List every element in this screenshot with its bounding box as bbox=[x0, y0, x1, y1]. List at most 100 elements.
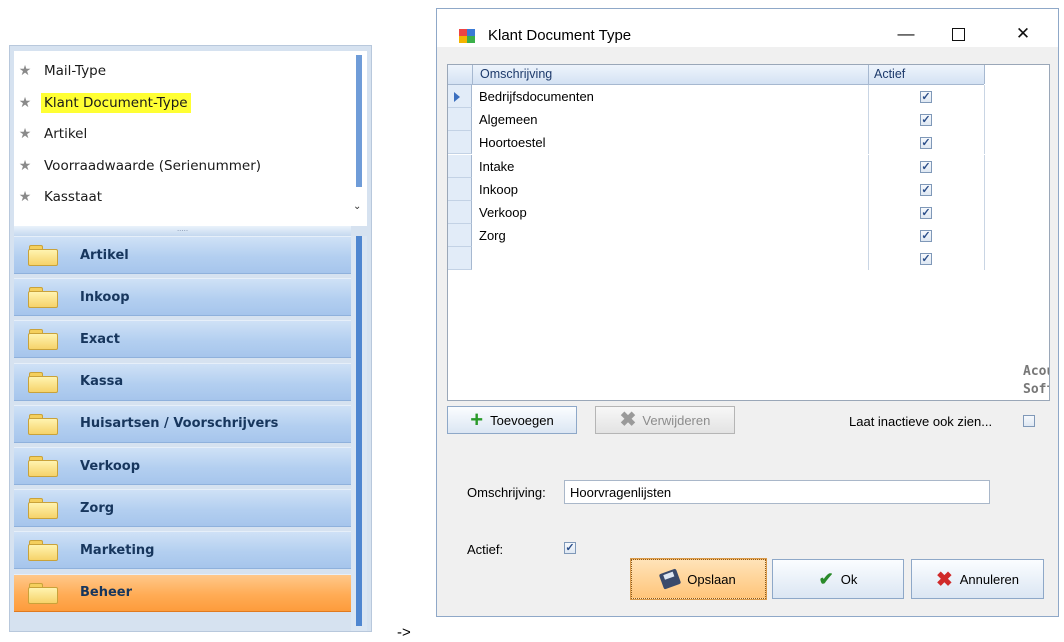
tree-item[interactable]: ★ Mail-Type bbox=[16, 60, 106, 82]
tree-scrollbar[interactable]: ⌄ bbox=[351, 51, 367, 226]
omschrijving-cell[interactable]: Intake bbox=[479, 159, 514, 174]
actief-cell-checkbox[interactable]: ✓ bbox=[920, 114, 932, 127]
show-inactive-checkbox[interactable] bbox=[1023, 415, 1035, 427]
ok-button[interactable]: ✔ Ok bbox=[772, 559, 904, 599]
table-row[interactable]: Algemeen ✓ bbox=[448, 108, 985, 132]
tree-scrollbar-thumb[interactable] bbox=[356, 55, 362, 187]
table-row[interactable]: Bedrijfsdocumenten ✓ bbox=[448, 85, 985, 108]
chevron-down-icon[interactable]: ⌄ bbox=[353, 201, 361, 212]
row-header[interactable] bbox=[448, 247, 472, 271]
cancel-x-icon: ✖ bbox=[935, 568, 953, 591]
watermark-line: Soft bbox=[1023, 382, 1049, 397]
grid-header: Omschrijving Actief bbox=[448, 65, 985, 85]
nav-group-label: Beheer bbox=[80, 585, 133, 601]
actief-cell-checkbox[interactable]: ✓ bbox=[920, 207, 932, 219]
nav-group[interactable]: Kassa bbox=[14, 362, 351, 401]
star-icon: ★ bbox=[18, 94, 32, 111]
folder-icon bbox=[28, 540, 58, 562]
omschrijving-cell[interactable]: Hoortoestel bbox=[479, 135, 545, 150]
row-header[interactable] bbox=[448, 201, 472, 224]
actief-cell-checkbox[interactable]: ✓ bbox=[920, 160, 932, 173]
nav-group-label: Exact bbox=[80, 331, 120, 347]
omschrijving-input[interactable] bbox=[564, 480, 990, 504]
plus-icon: + bbox=[470, 407, 484, 432]
maximize-button[interactable] bbox=[935, 21, 981, 47]
omschrijving-cell[interactable]: Bedrijfsdocumenten bbox=[479, 89, 594, 104]
table-row[interactable]: Intake ✓ bbox=[448, 154, 985, 178]
ok-button-label: Ok bbox=[840, 571, 858, 587]
omschrijving-cell[interactable]: Zorg bbox=[479, 228, 506, 243]
cancel-button[interactable]: ✖ Annuleren bbox=[911, 559, 1044, 599]
dialog-title: Klant Document Type bbox=[488, 27, 632, 44]
nav-group[interactable]: Artikel bbox=[14, 236, 351, 274]
nav-group[interactable]: Inkoop bbox=[14, 278, 351, 317]
omschrijving-cell[interactable]: Inkoop bbox=[479, 182, 518, 197]
tree-item[interactable]: ★ Artikel bbox=[16, 123, 88, 145]
tree-list: ★ Mail-Type ★ Klant Document-Type ★ Artikel ★ V… bbox=[14, 51, 351, 226]
table-row[interactable]: Hoortoestel ✓ bbox=[448, 131, 985, 155]
panel-scrollbar[interactable] bbox=[351, 236, 367, 631]
table-row[interactable]: Verkoop ✓ bbox=[448, 201, 985, 224]
nav-group[interactable]: Verkoop bbox=[14, 447, 351, 485]
folder-icon bbox=[28, 498, 58, 520]
row-header[interactable] bbox=[448, 177, 472, 201]
actief-cell-checkbox[interactable]: ✓ bbox=[920, 253, 932, 266]
nav-group-label: Marketing bbox=[80, 542, 155, 558]
table-row[interactable]: Zorg ✓ bbox=[448, 224, 985, 248]
actief-cell-checkbox[interactable]: ✓ bbox=[920, 137, 932, 150]
data-grid[interactable]: Omschrijving Actief Bedrijfsdocumenten ✓ A… bbox=[447, 64, 1050, 401]
actief-cell-checkbox[interactable]: ✓ bbox=[920, 183, 932, 196]
nav-group-label: Artikel bbox=[80, 247, 129, 263]
table-row[interactable]: ✓ bbox=[448, 247, 985, 271]
delete-button[interactable]: ✖ Verwijderen bbox=[595, 406, 735, 434]
tree-item-label: Kasstaat bbox=[44, 189, 103, 205]
nav-group[interactable]: Zorg bbox=[14, 489, 351, 528]
column-header-actief[interactable]: Actief bbox=[874, 67, 905, 81]
row-header[interactable] bbox=[448, 108, 472, 132]
tree-item[interactable]: ★ Klant Document-Type bbox=[16, 92, 191, 114]
add-button[interactable]: + Toevoegen bbox=[447, 406, 577, 434]
tree-item-label: Voorraadwaarde (Serienummer) bbox=[44, 157, 262, 174]
actief-cell-checkbox[interactable]: ✓ bbox=[920, 230, 932, 243]
save-button[interactable]: Opslaan bbox=[630, 558, 767, 600]
actief-cell-checkbox[interactable]: ✓ bbox=[920, 91, 932, 103]
folder-icon bbox=[28, 582, 58, 604]
star-icon: ★ bbox=[18, 63, 32, 79]
nav-group-label: Kassa bbox=[80, 374, 124, 390]
tree-item-label: Artikel bbox=[44, 126, 88, 142]
actief-label: Actief: bbox=[467, 542, 504, 557]
nav-group-label: Inkoop bbox=[80, 289, 130, 305]
row-header[interactable] bbox=[448, 85, 472, 108]
nav-group[interactable]: Beheer bbox=[14, 573, 351, 612]
tree-item[interactable]: ★ Kasstaat bbox=[16, 186, 102, 208]
panel-scrollbar-thumb[interactable] bbox=[356, 236, 362, 626]
nav-group[interactable]: Exact bbox=[14, 320, 351, 359]
grid-corner bbox=[448, 65, 473, 84]
cancel-button-label: Annuleren bbox=[959, 571, 1020, 587]
tree-item[interactable]: ★ Voorraadwaarde (Serienummer) bbox=[16, 155, 261, 177]
title-bar[interactable]: Klant Document Type — ✕ bbox=[437, 9, 1058, 47]
star-icon: ★ bbox=[18, 189, 32, 205]
nav-group[interactable]: Huisartsen / Voorschrijvers bbox=[14, 404, 351, 443]
omschrijving-cell[interactable]: Algemeen bbox=[479, 112, 538, 127]
folder-icon bbox=[28, 329, 58, 351]
minimize-button[interactable]: — bbox=[883, 21, 929, 47]
nav-group[interactable]: Marketing bbox=[14, 531, 351, 570]
nav-group-label: Zorg bbox=[80, 500, 115, 516]
watermark-line: Acou bbox=[1023, 364, 1049, 379]
column-header-omschrijving[interactable]: Omschrijving bbox=[480, 67, 552, 81]
row-header[interactable] bbox=[448, 154, 472, 178]
show-inactive-label: Laat inactieve ook zien... bbox=[849, 414, 993, 429]
row-header[interactable] bbox=[448, 224, 472, 248]
table-row[interactable]: Inkoop ✓ bbox=[448, 177, 985, 201]
nav-group-label: Verkoop bbox=[80, 458, 141, 474]
actief-checkbox[interactable]: ✓ bbox=[564, 542, 576, 554]
panel-splitter[interactable]: ..... bbox=[14, 225, 351, 236]
watermark: Acou Soft bbox=[1023, 363, 1049, 399]
omschrijving-cell[interactable]: Verkoop bbox=[479, 205, 527, 220]
star-icon: ★ bbox=[18, 126, 32, 142]
close-button[interactable]: ✕ bbox=[1000, 21, 1046, 47]
row-header[interactable] bbox=[448, 131, 472, 155]
tree-item-label: Klant Document-Type bbox=[41, 92, 191, 113]
star-icon: ★ bbox=[18, 157, 32, 174]
